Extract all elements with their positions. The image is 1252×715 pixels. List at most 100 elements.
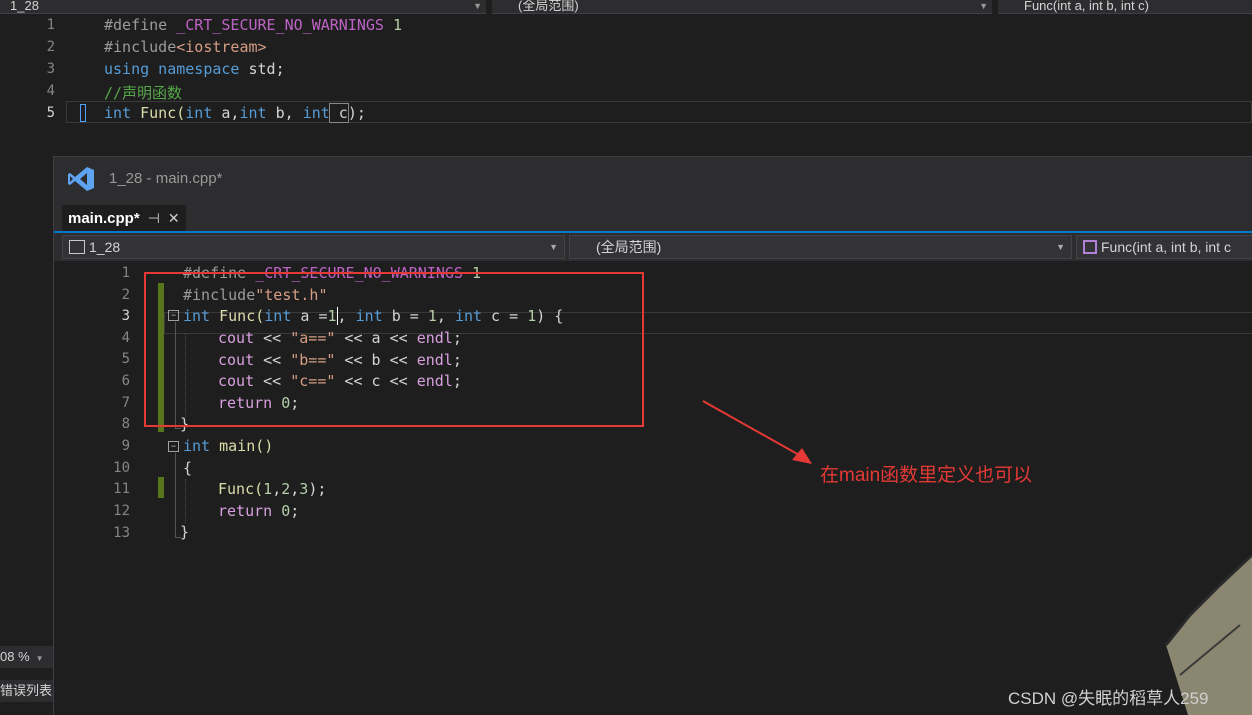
code-line-12[interactable]: return 0; (218, 502, 299, 520)
bg-include-file: <iostream> (176, 38, 267, 56)
bg-param: c (328, 103, 349, 123)
code-line-10[interactable]: { (183, 459, 192, 477)
project-icon (69, 240, 85, 254)
argument: 3 (299, 480, 309, 498)
document-tab-bar: main.cpp* ⊣ ✕ (54, 201, 1252, 233)
bg-code-line-4[interactable]: //声明函数 (104, 82, 182, 103)
bg-param: b, (266, 104, 303, 122)
change-indicator-bar (158, 477, 164, 498)
title-bar[interactable]: 1_28 - main.cpp* (54, 157, 1252, 201)
editor-window: 1_28 - main.cpp* main.cpp* ⊣ ✕ 1_28 ▼ (全… (53, 156, 1252, 715)
scope-label: (全局范围) (596, 239, 662, 255)
bg-func-name: Func( (131, 104, 186, 122)
bg-line-number: 5 (46, 105, 55, 121)
line-number: 8 (121, 416, 130, 432)
zoom-label: 08 % (0, 649, 30, 664)
return-keyword: return (218, 502, 273, 520)
comma: , (272, 480, 282, 498)
bg-scope-dropdown[interactable]: (全局范围) ▼ (492, 0, 992, 14)
bg-include-keyword: #include (104, 38, 177, 56)
bg-line-number: 3 (46, 61, 55, 77)
project-label: 1_28 (89, 239, 121, 255)
bg-macro-value: 1 (383, 16, 403, 34)
opening-brace: { (183, 459, 193, 477)
int-keyword: int (183, 437, 211, 455)
chevron-down-icon: ▼ (1056, 242, 1065, 252)
bg-int-keyword: int (185, 104, 213, 122)
error-list-tab[interactable]: 错误列表 (0, 680, 53, 702)
bg-scope-label: (全局范围) (518, 0, 579, 13)
bg-code-line-1[interactable]: #define _CRT_SECURE_NO_WARNINGS 1 (104, 16, 402, 34)
bg-param: a, (212, 104, 240, 122)
bg-namespace-name: std; (248, 60, 285, 78)
chevron-down-icon: ▼ (35, 654, 44, 663)
bg-line-number: 1 (46, 17, 55, 33)
close-icon[interactable]: ✕ (168, 210, 180, 227)
pin-icon[interactable]: ⊣ (148, 210, 160, 227)
chevron-down-icon: ▼ (473, 1, 482, 11)
line-number: 13 (113, 525, 130, 541)
navigation-bar: 1_28 ▼ (全局范围) ▼ Func(int a, int b, int c (54, 233, 1252, 261)
annotation-text: 在main函数里定义也可以 (820, 465, 1033, 486)
indent-guide (185, 479, 186, 523)
error-list-label: 错误列表 (0, 683, 53, 698)
bg-define-keyword: #define (104, 16, 177, 34)
return-value: 0 (281, 502, 291, 520)
bg-code-line-5[interactable]: int Func(int a,int b, int c); (104, 103, 366, 123)
line-number: 3 (121, 308, 130, 324)
line-number: 2 (121, 287, 130, 303)
line-number: 4 (121, 330, 130, 346)
scope-dropdown[interactable]: (全局范围) ▼ (569, 235, 1072, 259)
bg-line-number: 4 (46, 83, 55, 99)
window-title: 1_28 - main.cpp* (109, 170, 223, 187)
bg-macro-name: _CRT_SECURE_NO_WARNINGS (176, 16, 384, 34)
collapse-icon[interactable]: − (168, 441, 179, 452)
bg-edit-marker (80, 104, 86, 122)
line-number: 11 (113, 481, 130, 497)
zoom-level[interactable]: 08 % ▼ (0, 646, 53, 668)
line-number: 9 (121, 438, 130, 454)
bg-member-label: Func(int a, int b, int c) (1024, 0, 1149, 13)
bg-int-keyword: int (104, 104, 132, 122)
bg-paren: ); (347, 104, 366, 122)
main-function: main() (210, 437, 274, 455)
project-dropdown[interactable]: 1_28 ▼ (62, 235, 565, 259)
bg-code-line-2[interactable]: #include<iostream> (104, 38, 267, 56)
bg-line-number: 2 (46, 39, 55, 55)
bg-code-line-3[interactable]: using namespace std; (104, 60, 285, 78)
paren-semicolon: ); (308, 480, 327, 498)
line-number: 1 (121, 265, 130, 281)
line-number: 10 (113, 460, 130, 476)
highlight-box (144, 272, 644, 427)
argument: 2 (281, 480, 291, 498)
chevron-down-icon: ▼ (549, 242, 558, 252)
bg-project-dropdown[interactable]: 1_28 ▼ (0, 0, 486, 14)
member-dropdown[interactable]: Func(int a, int b, int c (1076, 235, 1252, 259)
tab-main-cpp[interactable]: main.cpp* ⊣ ✕ (62, 205, 186, 231)
bg-namespace-keyword: namespace (149, 60, 249, 78)
visual-studio-logo-icon (68, 167, 94, 191)
tab-label: main.cpp* (68, 209, 140, 227)
comma: , (290, 480, 300, 498)
bg-using-keyword: using (104, 60, 150, 78)
line-number: 6 (121, 373, 130, 389)
code-line-13[interactable]: } (180, 523, 189, 541)
chevron-down-icon: ▼ (979, 1, 988, 11)
member-label: Func(int a, int b, int c (1101, 239, 1231, 255)
outline-guide (175, 453, 176, 538)
bg-project-label: 1_28 (10, 0, 39, 13)
semicolon: ; (290, 502, 300, 520)
bg-comment: //声明函数 (104, 84, 183, 102)
code-line-9[interactable]: int main() (183, 437, 273, 455)
line-number: 5 (121, 351, 130, 367)
argument: 1 (263, 480, 273, 498)
bg-member-dropdown[interactable]: Func(int a, int b, int c) (998, 0, 1252, 14)
watermark: CSDN @失眠的稻草人259 (1008, 689, 1209, 708)
function-call: Func( (218, 480, 264, 498)
closing-brace: } (180, 523, 190, 541)
method-icon (1083, 240, 1097, 254)
bg-int-keyword: int (302, 104, 330, 122)
bg-int-keyword: int (239, 104, 267, 122)
code-line-11[interactable]: Func(1,2,3); (218, 480, 326, 498)
